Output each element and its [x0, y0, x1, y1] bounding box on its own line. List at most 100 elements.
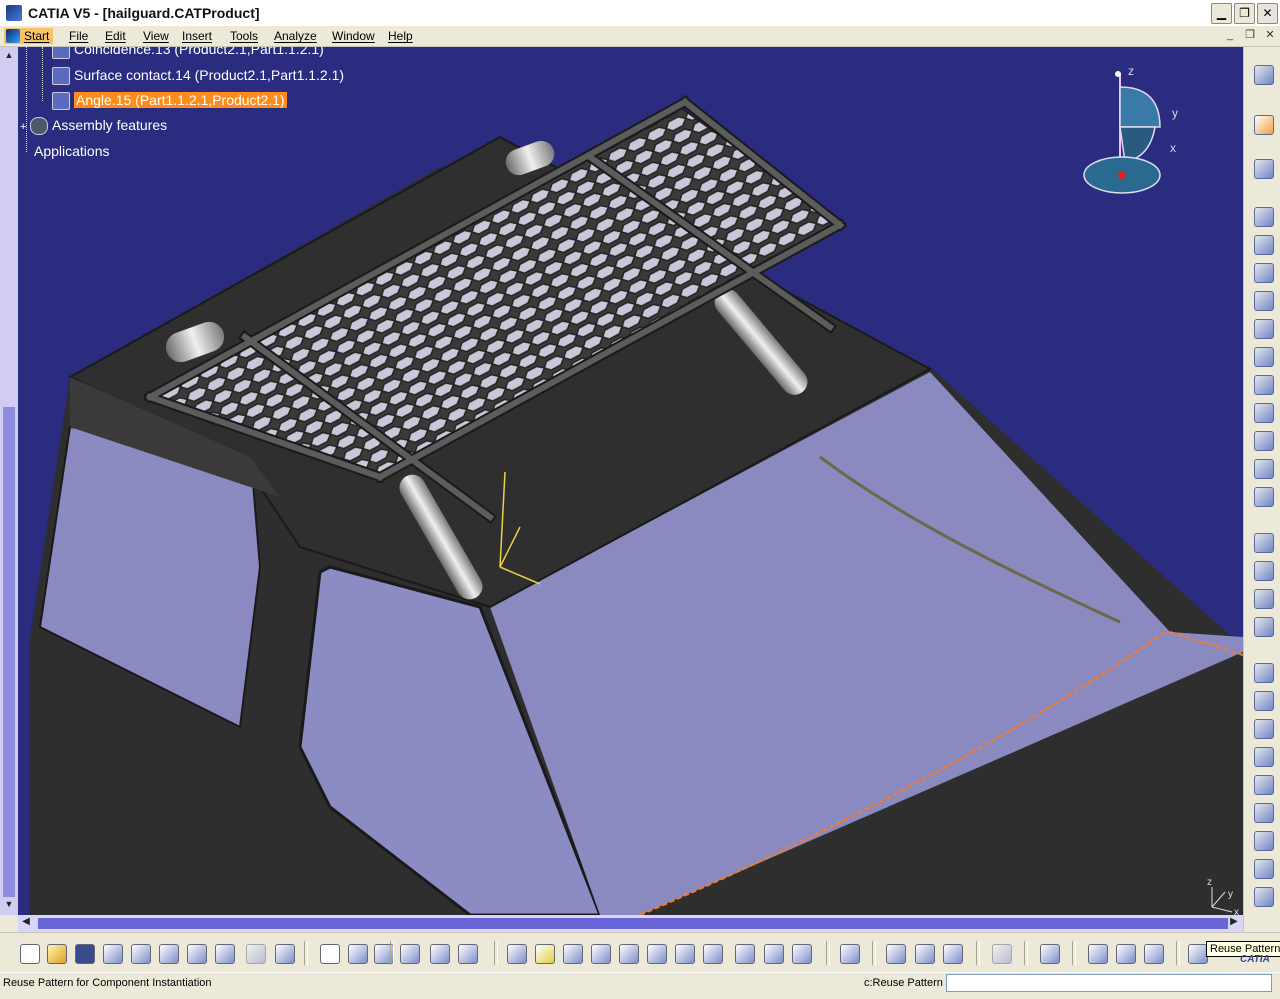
tree-node-surface-contact[interactable]: Surface contact.14 (Product2.1,Part1.1.2… [52, 67, 344, 86]
generate-numbering-icon[interactable] [1252, 373, 1274, 395]
restore-button[interactable]: ❐ [1234, 3, 1255, 24]
tree-node-coincidence[interactable]: Coincidence.13 (Product2.1,Part1.1.2.1) [52, 47, 324, 60]
quick-view-icon[interactable] [701, 942, 723, 964]
new-product-icon[interactable] [1252, 233, 1274, 255]
fly-mode-icon[interactable] [505, 942, 527, 964]
cut-icon[interactable] [129, 942, 151, 964]
scroll-left-arrow-icon[interactable]: ◀ [20, 916, 32, 930]
new-component-icon[interactable] [1252, 205, 1274, 227]
open-icon[interactable] [45, 942, 67, 964]
doc-restore-button[interactable]: ❐ [1242, 28, 1258, 42]
menu-start[interactable]: Start [4, 28, 54, 44]
menu-file[interactable]: File [65, 28, 92, 44]
catalog-icon[interactable] [1086, 942, 1108, 964]
close-button[interactable]: ✕ [1257, 3, 1278, 24]
select-arrow-icon[interactable] [1252, 113, 1274, 135]
replace-component-icon[interactable] [1252, 317, 1274, 339]
vertical-scrollbar[interactable]: ▲ ▼ [0, 47, 18, 915]
scroll-down-arrow-icon[interactable]: ▼ [3, 899, 15, 911]
swap-visible-space-icon[interactable] [790, 942, 812, 964]
save-icon[interactable] [73, 942, 95, 964]
offset-constraint-icon[interactable] [1252, 801, 1274, 823]
measure-between-icon[interactable] [884, 942, 906, 964]
catia-app-icon[interactable] [6, 5, 22, 21]
fit-all-icon[interactable] [533, 942, 555, 964]
publication-icon[interactable] [1142, 942, 1164, 964]
hide-show-icon[interactable] [762, 942, 784, 964]
navigation-compass[interactable]: z y x [1083, 64, 1178, 194]
snap-icon[interactable] [1252, 559, 1274, 581]
design-table-icon[interactable] [456, 942, 478, 964]
graph-tree-reordering-icon[interactable] [1252, 345, 1274, 367]
reuse-pattern-icon[interactable] [1186, 942, 1208, 964]
analysis-icon[interactable] [941, 942, 963, 964]
sectioning-icon[interactable] [1252, 689, 1274, 711]
knowledge-advisor-icon[interactable] [346, 942, 368, 964]
product-structure-icon[interactable] [1252, 157, 1274, 179]
zoom-in-icon[interactable] [617, 942, 639, 964]
selective-load-icon[interactable] [1252, 401, 1274, 423]
scroll-right-arrow-icon[interactable]: ▶ [1228, 916, 1240, 930]
compass-x-label: x [1170, 141, 1176, 155]
undo-icon[interactable] [213, 942, 235, 964]
bill-of-material-icon[interactable] [838, 942, 860, 964]
catalog-browser-icon[interactable] [398, 942, 420, 964]
command-input[interactable] [946, 974, 1272, 992]
vertical-scroll-thumb[interactable] [3, 407, 15, 897]
angle-constraint-icon[interactable] [1252, 829, 1274, 851]
coincidence-constraint-icon [52, 47, 70, 60]
menu-window[interactable]: Window [328, 28, 379, 44]
clash-icon[interactable] [1252, 661, 1274, 683]
fix-component-icon[interactable] [1252, 857, 1274, 879]
horizontal-scroll-thumb[interactable] [38, 918, 1228, 929]
assembly-design-icon[interactable] [1114, 942, 1136, 964]
whats-this-icon[interactable] [273, 942, 295, 964]
print-icon[interactable] [101, 942, 123, 964]
menu-insert[interactable]: Insert [178, 28, 216, 44]
model-geometry: z y x z y x [30, 64, 1243, 915]
menu-analyze[interactable]: Analyze [270, 28, 321, 44]
manage-representations-icon[interactable] [1252, 429, 1274, 451]
tree-node-applications[interactable]: Applications [34, 143, 110, 159]
fast-multi-instantiation-icon[interactable] [1252, 485, 1274, 507]
pan-icon[interactable] [561, 942, 583, 964]
normal-view-icon[interactable] [673, 942, 695, 964]
lock-icon[interactable] [428, 942, 450, 964]
doc-minimize-button[interactable]: _ [1222, 28, 1238, 42]
existing-component-icon[interactable] [1252, 289, 1274, 311]
paste-icon[interactable] [185, 942, 207, 964]
menu-tools[interactable]: Tools [226, 28, 262, 44]
zoom-out-icon[interactable] [645, 942, 667, 964]
bottom-toolbar [0, 932, 1280, 973]
manipulation-icon[interactable] [1252, 531, 1274, 553]
3d-viewport[interactable]: z y x z y x Coincidence.13 (Product2.1,P… [0, 47, 1243, 915]
copy-icon[interactable] [157, 942, 179, 964]
coincidence-constraint-icon[interactable] [1252, 745, 1274, 767]
tree-node-assembly-features[interactable]: + Assembly features [20, 117, 167, 136]
update-icon[interactable] [1252, 885, 1274, 907]
new-icon[interactable] [18, 942, 40, 964]
update-all-icon[interactable] [990, 942, 1012, 964]
expand-plus-icon[interactable]: + [20, 121, 30, 133]
menu-edit[interactable]: Edit [101, 28, 130, 44]
scroll-up-arrow-icon[interactable]: ▲ [3, 50, 15, 62]
redo-icon[interactable] [244, 942, 266, 964]
minimize-button[interactable]: ▁ [1211, 3, 1232, 24]
multi-instantiation-icon[interactable] [1252, 457, 1274, 479]
horizontal-scrollbar[interactable]: ◀ ▶ [18, 915, 1243, 932]
doc-close-button[interactable]: ✕ [1262, 28, 1278, 42]
tree-node-angle[interactable]: Angle.15 (Part1.1.2.1,Product2.1) [52, 92, 287, 111]
explode-icon[interactable] [1252, 587, 1274, 609]
new-part-icon[interactable] [1252, 261, 1274, 283]
scenes-icon[interactable] [1038, 942, 1060, 964]
distance-analysis-icon[interactable] [1252, 717, 1274, 739]
view-mode-icon[interactable] [733, 942, 755, 964]
formula-icon[interactable] [318, 942, 340, 964]
stop-manipulate-icon[interactable] [1252, 615, 1274, 637]
menu-view[interactable]: View [139, 28, 173, 44]
measure-inertia-icon[interactable] [913, 942, 935, 964]
rotate-icon[interactable] [589, 942, 611, 964]
contact-constraint-icon[interactable] [1252, 773, 1274, 795]
menu-help[interactable]: Help [384, 28, 417, 44]
swap-visu-icon[interactable] [1252, 63, 1274, 85]
